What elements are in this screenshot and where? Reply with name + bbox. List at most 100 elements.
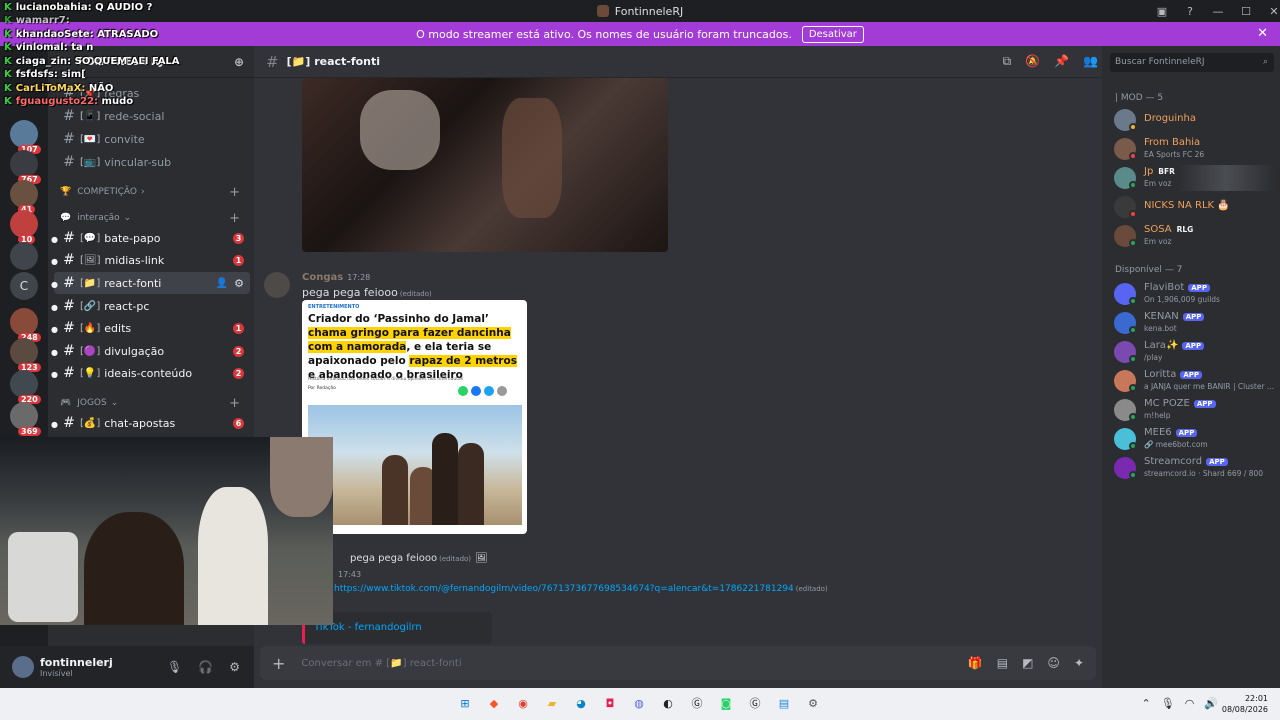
inbox-icon[interactable]: ▣ bbox=[1148, 5, 1176, 18]
channel-bate-papo[interactable]: ● # [💬] bate-papo 3 bbox=[51, 227, 250, 249]
overlay-text: Q AUDIO ? bbox=[95, 2, 153, 13]
member-item[interactable]: From Bahia EA Sports FC 26 bbox=[1114, 136, 1274, 162]
member-activity: Em voz bbox=[1144, 179, 1172, 188]
server-icon[interactable]: 123 bbox=[10, 338, 41, 372]
avatar[interactable] bbox=[12, 656, 34, 678]
category-competicao[interactable]: 🏆 COMPETIÇÃO › + bbox=[60, 184, 246, 200]
obs-icon[interactable]: ◐ bbox=[657, 693, 679, 715]
attach-plus-icon[interactable]: + bbox=[272, 654, 285, 673]
member-item[interactable]: SOSA RLG Em voz bbox=[1114, 223, 1274, 249]
add-channel-icon[interactable]: + bbox=[229, 185, 240, 200]
settings-icon[interactable]: ⚙ bbox=[802, 693, 824, 715]
sticker-icon[interactable]: ◩ bbox=[1022, 656, 1033, 670]
app-icon[interactable]: Ⓖ bbox=[686, 693, 708, 715]
member-item[interactable]: KENAN APP kena.bot bbox=[1114, 310, 1274, 336]
minimize-button[interactable]: — bbox=[1204, 5, 1232, 18]
server-icon[interactable]: 248 bbox=[10, 308, 41, 342]
message-author[interactable]: 17:43 bbox=[334, 570, 361, 579]
overlay-message: Kfsfdsfs: sim[ bbox=[4, 69, 86, 80]
member-item[interactable]: Droguinha bbox=[1114, 107, 1274, 133]
add-channel-icon[interactable]: + bbox=[229, 211, 240, 226]
message-author[interactable]: Congas 17:28 bbox=[302, 272, 370, 283]
member-item[interactable]: Streamcord APP streamcord.io · Shard 669 /… bbox=[1114, 455, 1274, 481]
brave-browser-icon[interactable]: ◆ bbox=[483, 693, 505, 715]
unread-dot: ● bbox=[51, 370, 58, 379]
article-photo bbox=[308, 405, 522, 525]
server-icon[interactable]: 220 bbox=[10, 370, 41, 404]
file-explorer-icon[interactable]: ▰ bbox=[541, 693, 563, 715]
gear-icon[interactable]: ⚙ bbox=[229, 660, 240, 674]
help-icon[interactable]: ? bbox=[1176, 5, 1204, 18]
video-attachment[interactable] bbox=[302, 78, 668, 252]
chrome-icon[interactable]: ◉ bbox=[512, 693, 534, 715]
app-icon[interactable]: ◘ bbox=[599, 693, 621, 715]
reply-preview[interactable]: pega pega feiooo (editado) 🖼 bbox=[350, 553, 488, 564]
mute-bell-icon[interactable]: 🔕 bbox=[1025, 54, 1040, 69]
channel-emoji: [📁] bbox=[286, 55, 311, 68]
gift-icon[interactable]: 🎁 bbox=[968, 656, 983, 670]
edge-icon[interactable]: ◕ bbox=[570, 693, 592, 715]
gear-icon[interactable]: ⚙ bbox=[234, 277, 244, 290]
member-item[interactable]: Lara✨ APP/play bbox=[1114, 339, 1274, 365]
member-activity: a JANJA quer me BANIR | Cluster ... bbox=[1144, 382, 1275, 391]
channel-midias-link[interactable]: ● # [🖼] midias-link 1 bbox=[51, 249, 250, 271]
headphones-icon[interactable]: 🎧 bbox=[198, 660, 213, 674]
channel-ideais-conteudo[interactable]: ● # [💡] ideais-conteúdo 2 bbox=[51, 362, 250, 384]
server-icon[interactable] bbox=[10, 242, 38, 270]
windows-start-icon[interactable]: ⊞ bbox=[454, 693, 476, 715]
add-channel-icon[interactable]: + bbox=[229, 396, 240, 411]
member-item[interactable]: MC POZE APP m!help bbox=[1114, 397, 1274, 423]
member-item[interactable]: NICKS NA RLK 🎂 bbox=[1114, 194, 1274, 220]
close-icon[interactable]: ✕ bbox=[1257, 26, 1268, 41]
channel-vincular-sub[interactable]: # [📺] vincular-sub bbox=[54, 151, 250, 173]
add-member-icon[interactable]: 👤 bbox=[216, 278, 228, 289]
apps-icon[interactable]: ✦ bbox=[1074, 656, 1084, 670]
channel-react-fonti[interactable]: ● # [📁] react-fonti 👤 ⚙ bbox=[51, 272, 250, 294]
member-list-icon[interactable]: 👥 bbox=[1083, 54, 1098, 69]
notepad-icon[interactable]: ▤ bbox=[773, 693, 795, 715]
tiktok-link[interactable]: https://www.tiktok.com/@fernandogilrn/vi… bbox=[334, 584, 828, 594]
microphone-icon[interactable]: 🎙 bbox=[1161, 697, 1175, 710]
threads-icon[interactable]: ⧉ bbox=[1003, 54, 1012, 69]
message-composer[interactable]: + Conversar em # [📁] react-fonti 🎁 ▤ ◩ ☺… bbox=[260, 646, 1096, 680]
microphone-icon[interactable]: 🎙 bbox=[167, 660, 182, 674]
server-icon[interactable]: 369 bbox=[10, 402, 41, 436]
pin-icon[interactable]: 📌 bbox=[1054, 54, 1069, 69]
search-input[interactable]: Buscar FontinneleRJ ⌕ bbox=[1110, 53, 1274, 72]
member-item[interactable]: FlaviBot APP On 1,906,009 guilds bbox=[1114, 281, 1274, 307]
app-icon[interactable]: Ⓖ bbox=[744, 693, 766, 715]
category-jogos[interactable]: 🎮 JOGOS ⌄ + bbox=[60, 395, 246, 411]
server-icon[interactable]: C bbox=[10, 272, 38, 300]
server-icon[interactable]: 107 bbox=[10, 120, 41, 154]
channel-emoji: [📱] bbox=[80, 110, 101, 122]
channel-react-pc[interactable]: ● # [🔗] react-pc bbox=[51, 295, 250, 317]
whatsapp-icon[interactable]: ◙ bbox=[715, 693, 737, 715]
hash-icon: # bbox=[63, 415, 75, 431]
server-icon[interactable]: 10 bbox=[10, 210, 38, 244]
channel-divulgacao[interactable]: ● # [🟣] divulgação 2 bbox=[51, 340, 250, 362]
message-input[interactable]: Conversar em # [📁] react-fonti bbox=[301, 658, 461, 669]
server-icon[interactable]: 767 bbox=[10, 150, 41, 184]
server-icon[interactable]: 41 bbox=[10, 180, 38, 214]
avatar[interactable] bbox=[264, 272, 290, 298]
close-button[interactable]: ✕ bbox=[1260, 5, 1280, 18]
member-item[interactable]: Jp BFR Em voz bbox=[1114, 165, 1274, 191]
member-item[interactable]: MEE6 APP 🔗 mee6bot.com bbox=[1114, 426, 1274, 452]
emoji-icon[interactable]: ☺ bbox=[1047, 656, 1060, 670]
clock[interactable]: 22:01 08/08/2026 bbox=[1222, 693, 1268, 715]
channel-convite[interactable]: # [💌] convite bbox=[54, 128, 250, 150]
member-item[interactable]: Loritta APP a JANJA quer me BANIR | Cluste… bbox=[1114, 368, 1274, 394]
volume-icon[interactable]: 🔊 bbox=[1204, 697, 1218, 710]
maximize-button[interactable]: ☐ bbox=[1232, 5, 1260, 18]
discord-icon[interactable]: ◍ bbox=[628, 693, 650, 715]
category-interacao[interactable]: 💬 interação ⌄ + bbox=[60, 210, 246, 226]
edited-tag: (editado) bbox=[439, 555, 472, 563]
article-image[interactable]: ENTRETENIMENTO Criador do ‘Passinho do J… bbox=[302, 300, 527, 534]
channel-edits[interactable]: ● # [🔥] edits 1 bbox=[51, 317, 250, 339]
channel-chat-apostas[interactable]: ● # [💰] chat-apostas 6 bbox=[51, 412, 250, 434]
unread-count: 1 bbox=[233, 322, 244, 334]
chevron-up-icon[interactable]: ⌃ bbox=[1142, 697, 1151, 710]
gif-icon[interactable]: ▤ bbox=[997, 656, 1008, 670]
disable-streamer-mode-button[interactable]: Desativar bbox=[801, 25, 864, 43]
wifi-icon[interactable]: ◠ bbox=[1185, 697, 1195, 710]
